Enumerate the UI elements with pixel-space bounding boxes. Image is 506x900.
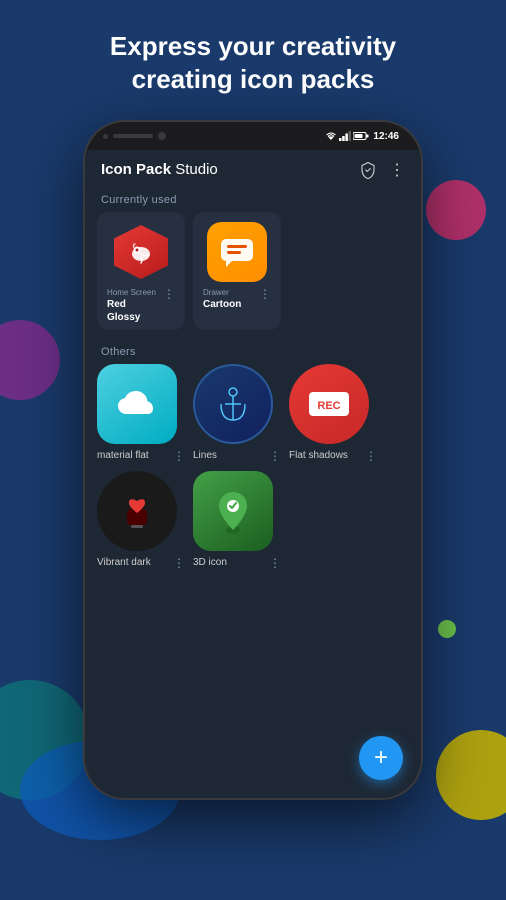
chameleon-icon xyxy=(124,235,158,269)
label-lines: Lines xyxy=(193,450,217,461)
cloud-icon xyxy=(114,386,160,422)
notch-speaker xyxy=(113,134,153,138)
meta-material-flat: material flat ⋮ xyxy=(97,449,185,463)
vibrant-dark-more-btn[interactable]: ⋮ xyxy=(173,556,185,570)
icon-card-text-cartoon: Drawer Cartoon xyxy=(203,288,257,311)
app-title-regular: Studio xyxy=(171,161,218,178)
material-flat-more-btn[interactable]: ⋮ xyxy=(173,449,185,463)
notch-dot1 xyxy=(103,134,108,139)
meta-3d-icon: 3D icon ⋮ xyxy=(193,556,281,570)
meta-vibrant-dark: Vibrant dark ⋮ xyxy=(97,556,185,570)
icon-img-flat-shadows: REC xyxy=(289,364,369,444)
label-vibrant-dark: Vibrant dark xyxy=(97,557,151,568)
signal-icon xyxy=(339,131,351,141)
more-options-btn[interactable]: ⋮ xyxy=(389,160,405,180)
icon-name-cartoon: Cartoon xyxy=(203,298,257,311)
icon-card-text-red-glossy: Home Screen Red Glossy xyxy=(107,288,161,324)
icon-card-material-flat[interactable]: material flat ⋮ xyxy=(97,364,185,463)
app-bar-actions: ⋮ xyxy=(359,160,405,180)
bg-decoration-purple xyxy=(0,320,60,400)
speech-bubble-icon xyxy=(218,236,256,268)
icon-img-red-glossy xyxy=(111,222,171,282)
icon-img-cartoon xyxy=(207,222,267,282)
others-label: Others xyxy=(85,340,421,364)
status-bar: 12:46 xyxy=(325,131,403,142)
phone-shell: 12:46 Icon Pack Studio ⋮ xyxy=(83,120,423,800)
3d-icon-more-btn[interactable]: ⋮ xyxy=(269,556,281,570)
icon-name-red-glossy: Red Glossy xyxy=(107,298,161,324)
notch-area xyxy=(103,132,166,140)
headline-line2: creating icon packs xyxy=(132,64,375,94)
app-bar: Icon Pack Studio ⋮ xyxy=(85,150,421,188)
label-3d-icon: 3D icon xyxy=(193,557,227,568)
icon-sublabel-red-glossy: Home Screen xyxy=(107,288,161,298)
fab-add-button[interactable]: + xyxy=(359,736,403,780)
icon-card-lines[interactable]: Lines ⋮ xyxy=(193,364,281,463)
label-material-flat: material flat xyxy=(97,450,149,461)
icon-card-3d-icon[interactable]: 3D icon ⋮ xyxy=(193,471,281,570)
icon-img-lines xyxy=(193,364,273,444)
icon-img-vibrant-dark xyxy=(97,471,177,551)
heart-cup-icon xyxy=(115,489,159,533)
headline-line1: Express your creativity xyxy=(110,31,396,61)
label-flat-shadows: Flat shadows xyxy=(289,450,348,461)
map-pin-icon xyxy=(211,486,255,536)
shield-icon xyxy=(359,161,377,179)
meta-lines: Lines ⋮ xyxy=(193,449,281,463)
rec-icon: REC xyxy=(305,386,353,422)
hex-red-shape xyxy=(114,225,168,279)
icon-card-vibrant-dark[interactable]: Vibrant dark ⋮ xyxy=(97,471,185,570)
currently-used-label: Currently used xyxy=(85,188,421,212)
cartoon-more-btn[interactable]: ⋮ xyxy=(257,288,271,300)
bg-decoration-pink xyxy=(426,180,486,240)
phone-screen: Icon Pack Studio ⋮ Currently used xyxy=(85,150,421,798)
status-time: 12:46 xyxy=(373,131,399,142)
currently-used-grid: Home Screen Red Glossy ⋮ xyxy=(85,212,421,330)
flat-shadows-more-btn[interactable]: ⋮ xyxy=(365,449,377,463)
headline: Express your creativity creating icon pa… xyxy=(0,0,506,115)
icon-card-red-glossy[interactable]: Home Screen Red Glossy ⋮ xyxy=(97,212,185,330)
phone-top-bar: 12:46 xyxy=(85,122,421,150)
app-title: Icon Pack Studio xyxy=(101,161,218,179)
cartoon-shape xyxy=(207,222,267,282)
svg-text:REC: REC xyxy=(317,400,340,412)
icon-card-meta-red-glossy: Home Screen Red Glossy ⋮ xyxy=(107,288,175,324)
red-glossy-more-btn[interactable]: ⋮ xyxy=(161,288,175,300)
icon-img-material-flat xyxy=(97,364,177,444)
notch-camera xyxy=(158,132,166,140)
icon-sublabel-cartoon: Drawer xyxy=(203,288,257,298)
bg-decoration-green xyxy=(438,620,456,638)
bg-decoration-yellow xyxy=(436,730,506,820)
wifi-icon xyxy=(325,131,337,141)
shield-icon-btn[interactable] xyxy=(359,161,377,179)
meta-flat-shadows: Flat shadows ⋮ xyxy=(289,449,377,463)
battery-icon xyxy=(353,131,369,141)
icon-img-3d-icon xyxy=(193,471,273,551)
others-grid: material flat ⋮ Li xyxy=(85,364,421,570)
lines-more-btn[interactable]: ⋮ xyxy=(269,449,281,463)
anchor-icon xyxy=(211,382,255,426)
icon-card-meta-cartoon: Drawer Cartoon ⋮ xyxy=(203,288,271,311)
phone-device: 12:46 Icon Pack Studio ⋮ xyxy=(83,120,423,800)
icon-card-flat-shadows[interactable]: REC Flat shadows ⋮ xyxy=(289,364,377,463)
app-title-bold: Icon Pack xyxy=(101,161,171,178)
icon-card-cartoon[interactable]: Drawer Cartoon ⋮ xyxy=(193,212,281,330)
status-icons xyxy=(325,131,369,141)
